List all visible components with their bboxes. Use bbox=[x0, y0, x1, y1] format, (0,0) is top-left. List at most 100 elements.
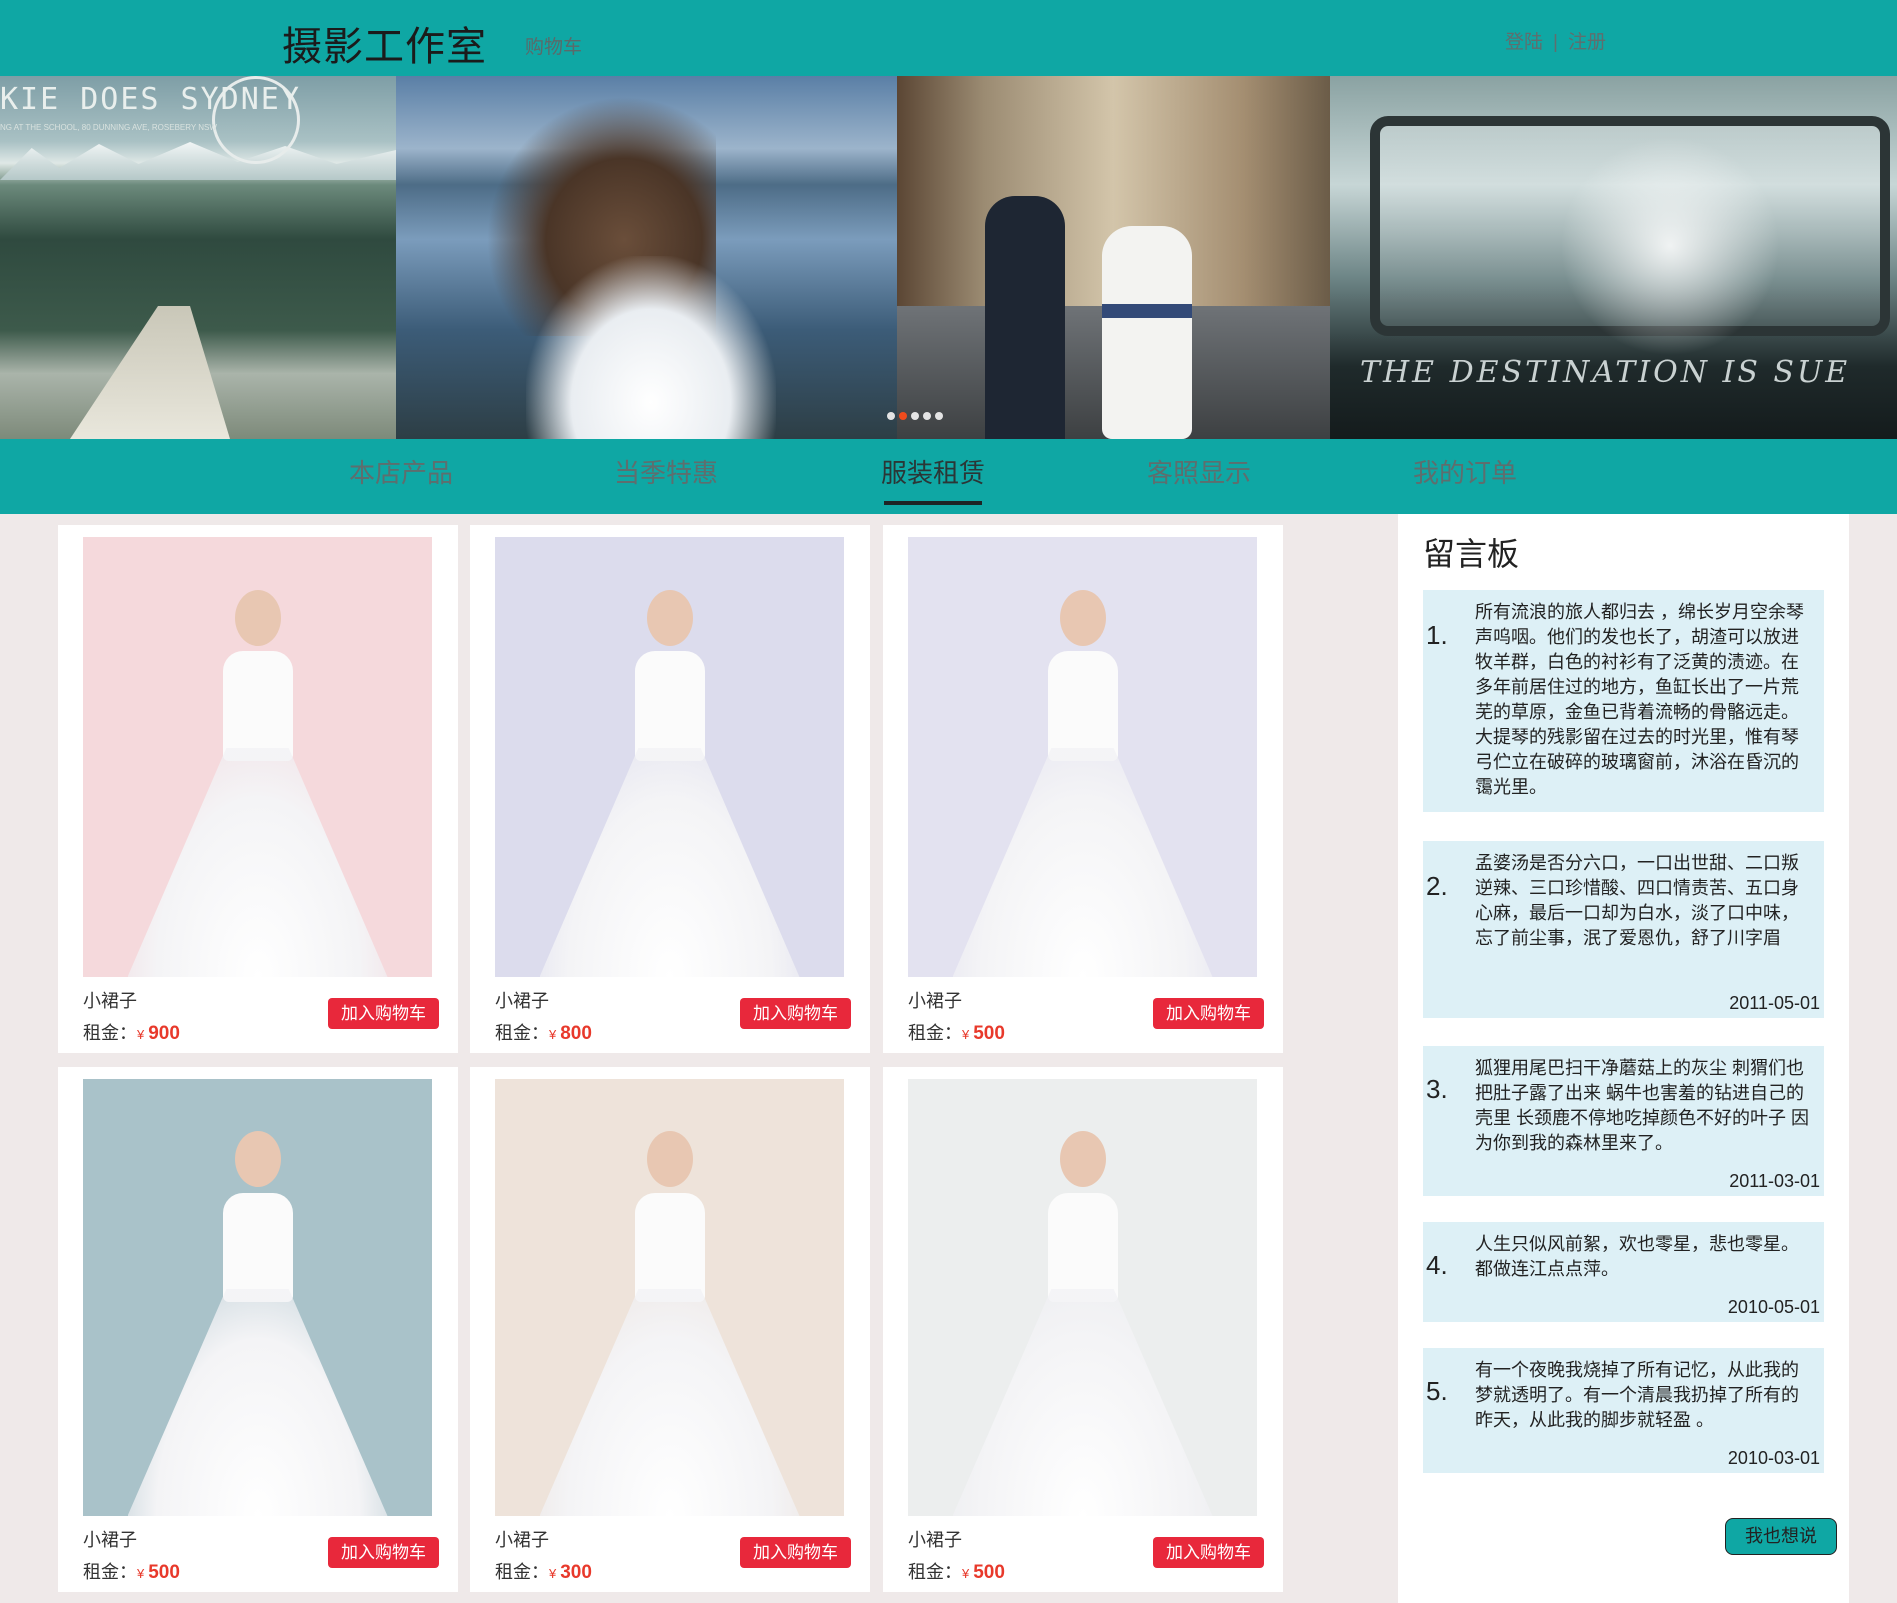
add-to-cart-button[interactable]: 加入购物车 bbox=[328, 1537, 439, 1568]
add-to-cart-button[interactable]: 加入购物车 bbox=[740, 998, 851, 1029]
carousel-dot[interactable] bbox=[923, 412, 931, 420]
message-date: 2011-05-01 bbox=[1729, 993, 1820, 1013]
message-number: 5. bbox=[1426, 1376, 1448, 1406]
banner-slide-4: THE DESTINATION IS SUE bbox=[1330, 76, 1897, 439]
dress-bodice-shape bbox=[1047, 1193, 1118, 1302]
price-label: 租金： bbox=[83, 1023, 137, 1043]
currency-symbol: ¥ bbox=[962, 1027, 970, 1042]
message-number: 1. bbox=[1426, 620, 1448, 650]
banner-slide-3 bbox=[897, 76, 1330, 439]
carousel-dot-active[interactable] bbox=[899, 412, 907, 420]
price-label: 租金： bbox=[495, 1023, 549, 1043]
dress-head-shape bbox=[646, 1131, 693, 1187]
message-number: 3. bbox=[1426, 1074, 1448, 1104]
nav-item-products[interactable]: 本店产品 bbox=[346, 453, 456, 490]
currency-symbol: ¥ bbox=[549, 1566, 557, 1581]
post-message-button[interactable]: 我也想说 bbox=[1725, 1518, 1837, 1555]
message-number: 2. bbox=[1426, 871, 1448, 901]
dress-bodice-shape bbox=[634, 651, 705, 761]
message-date: 2010-03-01 bbox=[1727, 1448, 1820, 1468]
dress-head-shape bbox=[234, 590, 281, 646]
product-price-row: 租金：¥ 900 bbox=[83, 1019, 180, 1045]
slide4-script-text: THE DESTINATION IS SUE bbox=[1360, 355, 1851, 390]
register-link[interactable]: 注册 bbox=[1568, 32, 1606, 53]
product-price-row: 租金：¥ 800 bbox=[495, 1019, 592, 1045]
dress-bodice-shape bbox=[634, 1193, 705, 1302]
price-amount: 900 bbox=[148, 1023, 180, 1044]
message-text: 人生只似风前絮，欢也零星，悲也零星。都做连江点点萍。 bbox=[1475, 1234, 1799, 1279]
add-to-cart-button[interactable]: 加入购物车 bbox=[1153, 998, 1264, 1029]
main-nav: 本店产品 当季特惠 服装租赁 客照显示 我的订单 bbox=[0, 439, 1897, 514]
price-amount: 300 bbox=[560, 1562, 592, 1583]
nav-item-rental[interactable]: 服装租赁 bbox=[878, 453, 988, 490]
auth-separator: | bbox=[1553, 32, 1558, 53]
price-amount: 500 bbox=[973, 1023, 1005, 1044]
message-board: 留言板 1. 所有流浪的旅人都归去 ，绵长岁月空余琴声呜咽。他们的发也长了，胡渣… bbox=[1398, 514, 1849, 1603]
message-number: 4. bbox=[1426, 1250, 1448, 1280]
currency-symbol: ¥ bbox=[137, 1566, 145, 1581]
product-card: 小裙子租金：¥ 500 加入购物车 bbox=[58, 1067, 458, 1592]
price-label: 租金： bbox=[908, 1562, 962, 1582]
carousel-dot[interactable] bbox=[935, 412, 943, 420]
product-card: 小裙子租金：¥ 800 加入购物车 bbox=[470, 525, 870, 1053]
dress-skirt-shape bbox=[127, 1289, 388, 1516]
price-amount: 500 bbox=[148, 1562, 180, 1583]
dress-bodice-shape bbox=[222, 651, 293, 761]
product-name: 小裙子 bbox=[495, 991, 549, 1011]
dress-skirt-shape bbox=[539, 748, 800, 977]
bride-shape bbox=[526, 256, 776, 439]
carousel-dots bbox=[887, 412, 943, 420]
product-image[interactable] bbox=[83, 537, 432, 977]
message-item: 3. 狐狸用尾巴扫干净蘑菇上的灰尘 刺猬们也把肚子露了出来 蜗牛也害羞的钻进自己… bbox=[1423, 1046, 1824, 1196]
product-price-row: 租金：¥ 500 bbox=[908, 1019, 1005, 1045]
message-text: 有一个夜晚我烧掉了所有记忆，从此我的梦就透明了。有一个清晨我扔掉了所有的昨天，从… bbox=[1475, 1360, 1799, 1430]
dress-skirt-shape bbox=[539, 1289, 800, 1516]
dress-head-shape bbox=[646, 590, 693, 646]
banner-slide-1: KIE DOES SYDNEY NG AT THE SCHOOL, 80 DUN… bbox=[0, 76, 396, 439]
nav-item-specials[interactable]: 当季特惠 bbox=[611, 453, 721, 490]
cart-link[interactable]: 购物车 bbox=[525, 32, 582, 59]
product-price-row: 租金：¥ 500 bbox=[908, 1558, 1005, 1584]
add-to-cart-button[interactable]: 加入购物车 bbox=[1153, 1537, 1264, 1568]
product-name: 小裙子 bbox=[908, 1530, 962, 1550]
price-label: 租金： bbox=[908, 1023, 962, 1043]
carousel-dot[interactable] bbox=[911, 412, 919, 420]
product-image[interactable] bbox=[908, 537, 1257, 977]
add-to-cart-button[interactable]: 加入购物车 bbox=[740, 1537, 851, 1568]
message-date: 2011-03-01 bbox=[1729, 1171, 1820, 1191]
mountain-shape bbox=[0, 142, 396, 180]
currency-symbol: ¥ bbox=[549, 1027, 557, 1042]
product-image[interactable] bbox=[495, 1079, 844, 1516]
product-image[interactable] bbox=[908, 1079, 1257, 1516]
add-to-cart-button[interactable]: 加入购物车 bbox=[328, 998, 439, 1029]
nav-item-gallery[interactable]: 客照显示 bbox=[1144, 453, 1254, 490]
groom-shape bbox=[985, 196, 1065, 439]
product-card: 小裙子租金：¥ 900 加入购物车 bbox=[58, 525, 458, 1053]
message-item: 5. 有一个夜晚我烧掉了所有记忆，从此我的梦就透明了。有一个清晨我扔掉了所有的昨… bbox=[1423, 1348, 1824, 1473]
message-text: 所有流浪的旅人都归去 ，绵长岁月空余琴声呜咽。他们的发也长了，胡渣可以放进牧羊群… bbox=[1475, 602, 1804, 797]
product-image[interactable] bbox=[83, 1079, 432, 1516]
banner-carousel[interactable]: KIE DOES SYDNEY NG AT THE SCHOOL, 80 DUN… bbox=[0, 76, 1897, 439]
banner-slide-2 bbox=[396, 76, 897, 439]
product-card: 小裙子租金：¥ 500 加入购物车 bbox=[883, 1067, 1283, 1592]
belt-shape bbox=[1102, 304, 1192, 318]
price-amount: 500 bbox=[973, 1562, 1005, 1583]
message-item: 2. 孟婆汤是否分六口，一口出世甜、二口叛逆辣、三口珍惜酸、四口情责苦、五口身心… bbox=[1423, 841, 1824, 1018]
login-link[interactable]: 登陆 bbox=[1505, 32, 1543, 53]
dress-head-shape bbox=[1059, 590, 1106, 646]
product-name: 小裙子 bbox=[83, 991, 137, 1011]
site-logo-title[interactable]: 摄影工作室 bbox=[282, 14, 487, 72]
price-label: 租金： bbox=[495, 1562, 549, 1582]
dress-head-shape bbox=[234, 1131, 281, 1187]
veil-shape bbox=[1560, 136, 1780, 356]
dress-bodice-shape bbox=[1047, 651, 1118, 761]
message-text: 狐狸用尾巴扫干净蘑菇上的灰尘 刺猬们也把肚子露了出来 蜗牛也害羞的钻进自己的壳里… bbox=[1475, 1058, 1810, 1153]
message-text: 孟婆汤是否分六口，一口出世甜、二口叛逆辣、三口珍惜酸、四口情责苦、五口身心麻，最… bbox=[1475, 853, 1799, 948]
product-price-row: 租金：¥ 500 bbox=[83, 1558, 180, 1584]
product-name: 小裙子 bbox=[495, 1530, 549, 1550]
slide1-subtitle: NG AT THE SCHOOL, 80 DUNNING AVE, ROSEBE… bbox=[0, 123, 217, 132]
product-image[interactable] bbox=[495, 537, 844, 977]
nav-item-orders[interactable]: 我的订单 bbox=[1410, 453, 1520, 490]
product-name: 小裙子 bbox=[83, 1530, 137, 1550]
carousel-dot[interactable] bbox=[887, 412, 895, 420]
